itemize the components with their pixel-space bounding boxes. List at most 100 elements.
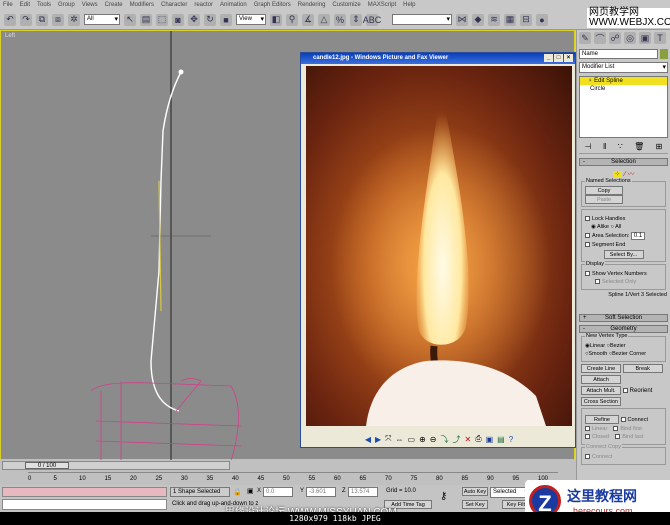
link-icon[interactable]: ⧉ [36,13,48,26]
bind-first-checkbox[interactable] [613,426,619,432]
close-icon[interactable]: × [564,54,573,62]
next-icon[interactable]: ▶ [375,435,381,444]
zoom-out-icon[interactable]: ⊖ [430,435,437,444]
timeline-ruler[interactable]: 0 5 10 15 20 25 30 35 40 45 50 55 60 65 70 75 80 85 90 95 10… [28,472,558,484]
menu-character[interactable]: Character [161,2,187,8]
segment-end-checkbox[interactable] [585,242,590,248]
menu-group[interactable]: Group [58,2,75,8]
select-icon[interactable]: ↖ [124,13,136,26]
break-button[interactable]: Break [622,364,663,373]
previous-icon[interactable]: ◀ [365,435,371,444]
spinner-snap-icon[interactable]: ⇕ [350,13,362,26]
object-name-field[interactable]: Name [579,49,658,59]
edit-icon[interactable]: ▤ [497,435,505,444]
scale-icon[interactable]: ■ [220,13,232,26]
actual-size-icon[interactable]: ⇔ [396,435,404,444]
bind-space-warp-icon[interactable]: ✲ [68,13,80,26]
reference-coord-dropdown[interactable]: View [236,14,266,25]
menu-rendering[interactable]: Rendering [298,2,326,8]
utilities-tab-icon[interactable]: T [654,32,666,44]
snap-3d-icon[interactable]: ∡ [302,13,314,26]
spline-level-icon[interactable]: 〰 [627,171,634,178]
percent-snap-icon[interactable]: % [334,13,346,26]
make-unique-icon[interactable]: ∵ [618,142,623,151]
layer-manager-icon[interactable]: ≋ [488,13,500,26]
bind-last-checkbox[interactable] [615,434,621,440]
maxscript-input[interactable] [2,499,167,510]
closed-checkbox[interactable] [585,434,590,440]
hierarchy-tab-icon[interactable]: ☍ [609,32,621,44]
z-coordinate-field[interactable]: 13.574 [348,487,378,497]
all-radio[interactable]: ○ [611,224,614,230]
y-coordinate-field[interactable]: -3.601 [306,487,336,497]
show-vertex-numbers-checkbox[interactable] [585,271,590,277]
connect-copy-checkbox[interactable] [585,454,590,460]
rotate-cw-icon[interactable]: ⤵ [441,434,449,445]
picture-viewer-window[interactable]: candle12.jpg - Windows Picture and Fax V… [300,52,576,448]
attach-button[interactable]: Attach [581,375,621,384]
paste-button[interactable]: Paste [585,195,623,204]
light-bulb-icon[interactable]: ♀ [588,78,593,84]
slideshow-icon[interactable]: ▭ [408,435,416,444]
menu-views[interactable]: Views [82,2,98,8]
zoom-in-icon[interactable]: ⊕ [419,435,426,444]
rotate-ccw-icon[interactable]: ⤴ [453,434,461,445]
select-by-name-icon[interactable]: ▤ [140,13,152,26]
selection-filter-dropdown[interactable]: All [84,14,120,25]
save-icon[interactable]: ▣ [486,435,494,444]
create-line-button[interactable]: Create Line [581,364,621,373]
create-tab-icon[interactable]: ✎ [579,32,591,44]
menu-reactor[interactable]: reactor [194,2,213,8]
set-key-mode-icon[interactable]: ⚷ [440,491,447,502]
motion-tab-icon[interactable]: ◎ [624,32,636,44]
configure-sets-icon[interactable]: ⊞ [656,142,663,151]
lock-selection-icon[interactable]: 🔒 [233,488,242,496]
select-by-button[interactable]: Select By... [603,250,644,259]
align-icon[interactable]: ◆ [472,13,484,26]
rect-selection-icon[interactable]: ⬚ [156,13,168,26]
selection-rollout[interactable]: - Selection [579,158,668,166]
print-icon[interactable]: ⎙ [475,434,481,444]
cross-section-button[interactable]: Cross Section [581,397,621,406]
redo-icon[interactable]: ↷ [20,13,32,26]
selected-only-checkbox[interactable] [595,279,600,285]
lock-handles-checkbox[interactable] [585,216,590,222]
reorient-checkbox[interactable] [622,387,628,393]
named-selection-sets-dropdown[interactable] [392,14,452,25]
menu-modifiers[interactable]: Modifiers [130,2,154,8]
attach-mult-button[interactable]: Attach Mult. [581,386,621,395]
mirror-icon[interactable]: ⋈ [456,13,468,26]
show-end-result-icon[interactable]: ‖ [603,142,606,151]
time-slider-thumb[interactable]: 0 / 100 [25,462,69,469]
viewer-title-bar[interactable]: candle12.jpg - Windows Picture and Fax V… [301,53,575,64]
area-selection-checkbox[interactable] [585,233,590,239]
menu-graph-editors[interactable]: Graph Editors [254,2,291,8]
object-color-swatch[interactable] [660,49,668,59]
best-fit-icon[interactable]: ⤧ [385,434,391,444]
area-selection-spinner[interactable]: 0.1 [630,232,645,240]
x-coordinate-field[interactable]: 0.0 [263,487,293,497]
auto-key-button[interactable]: Auto Key [462,487,488,496]
linear-checkbox[interactable] [585,426,590,432]
copy-button[interactable]: Copy [585,186,623,195]
menu-help[interactable]: Help [403,2,415,8]
schematic-view-icon[interactable]: ⊟ [520,13,532,26]
help-icon[interactable]: ? [509,435,513,444]
menu-customize[interactable]: Customize [332,2,360,8]
menu-maxscript[interactable]: MAXScript [368,2,396,8]
angle-snap-icon[interactable]: △ [318,13,330,26]
geometry-rollout[interactable]: - Geometry [579,325,668,333]
stack-item-edit-spline[interactable]: ♀ Edit Spline [580,77,667,85]
menu-edit[interactable]: Edit [20,2,30,8]
select-manipulate-icon[interactable]: ⚲ [286,13,298,26]
connect-checkbox[interactable] [620,417,626,423]
named-selection-icon[interactable]: ABC [363,13,381,26]
refine-button[interactable]: Refine [585,415,619,424]
stack-item-circle[interactable]: Circle [580,85,667,93]
modify-tab-icon[interactable]: ⌒ [594,32,606,44]
set-key-button[interactable]: Set Key [462,500,488,509]
unlink-icon[interactable]: ⧈ [52,13,64,26]
undo-icon[interactable]: ↶ [4,13,16,26]
pin-stack-icon[interactable]: ⊣ [585,142,592,151]
modifier-list-dropdown[interactable]: Modifier List [579,62,668,73]
